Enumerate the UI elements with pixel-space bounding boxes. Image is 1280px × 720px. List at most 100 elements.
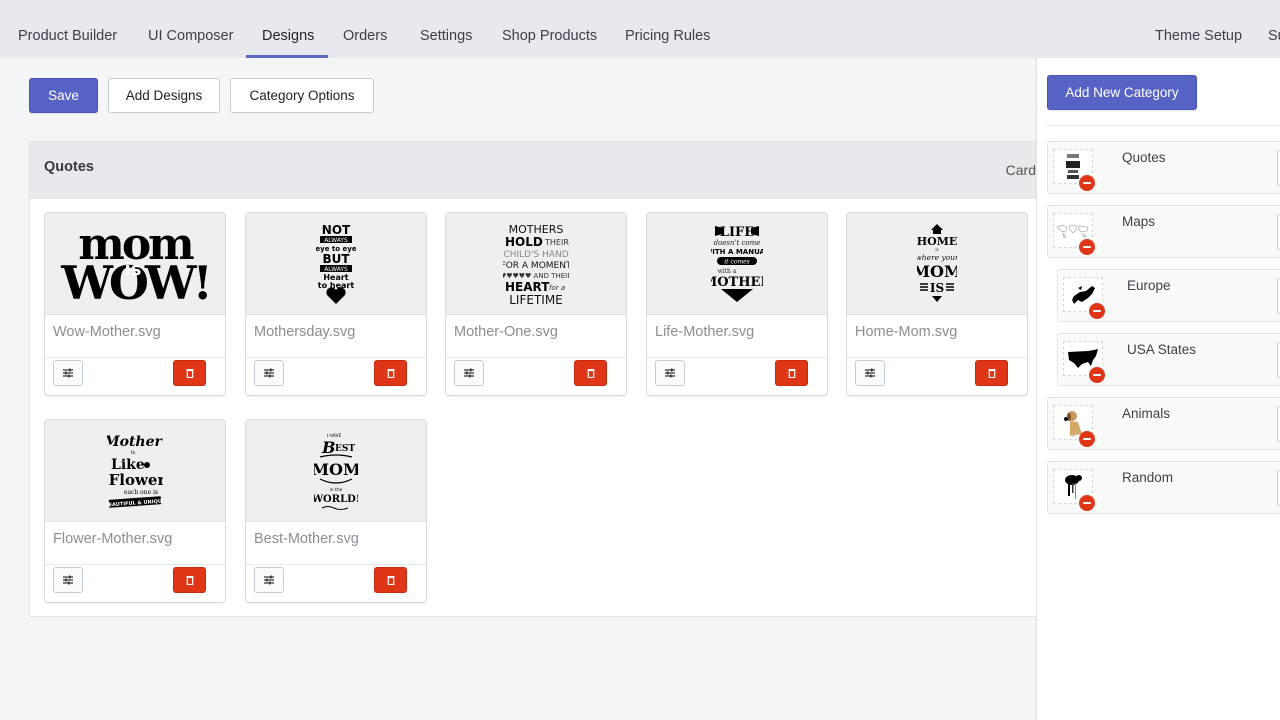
category-label: Random (1122, 470, 1174, 485)
delete-design-button[interactable] (173, 360, 206, 386)
design-card[interactable]: HOME is where your MOM IS Home-Mom.svg (846, 212, 1028, 396)
view-mode-label[interactable]: Card (1006, 162, 1036, 178)
tab-settings[interactable]: Settings (420, 28, 472, 44)
delete-design-button[interactable] (975, 360, 1008, 386)
trash-icon (186, 576, 193, 585)
wow-mother-art: mom WOW! is (60, 223, 213, 305)
svg-text:CHILD'S HAND: CHILD'S HAND (503, 250, 568, 260)
category-item-random[interactable]: Random (1047, 461, 1280, 514)
edit-design-button[interactable] (655, 360, 685, 386)
sliders-icon (63, 368, 73, 378)
tab-shop-products[interactable]: Shop Products (502, 28, 597, 44)
category-item-usa-states[interactable]: USA States (1057, 333, 1280, 386)
delete-design-button[interactable] (374, 360, 407, 386)
category-label: USA States (1127, 342, 1197, 357)
remove-category-icon[interactable] (1089, 303, 1105, 319)
panel-title: Quotes (44, 159, 94, 175)
svg-text:with a: with a (718, 268, 737, 275)
svg-text:MOM: MOM (314, 460, 358, 479)
quote-art-thumbnail (1066, 153, 1080, 179)
card-divider (847, 357, 1027, 358)
best-mother-art: I HAVE B EST MOM in the WORLD! (314, 433, 358, 510)
save-button[interactable]: Save (29, 78, 98, 113)
tab-ui-composer[interactable]: UI Composer (148, 28, 233, 44)
card-divider (647, 357, 827, 358)
svg-text:THEIR: THEIR (544, 238, 569, 247)
svg-text:WITH A MANUAL: WITH A MANUAL (711, 248, 763, 256)
design-card[interactable]: NOT ALWAYS eye to eye BUT ALWAYS Heart t… (245, 212, 427, 396)
panel-header: Quotes Card (30, 142, 1036, 199)
svg-text:is: is (935, 247, 938, 252)
category-options-button[interactable]: Category Options (230, 78, 374, 113)
svg-text:ALWAYS: ALWAYS (324, 266, 348, 273)
mother-one-art: MOTHERS HOLD THEIR CHILD'S HAND FOR A MO… (503, 223, 569, 306)
svg-text:is: is (125, 259, 142, 280)
design-filename: Best-Mother.svg (254, 531, 359, 547)
svg-text:BUT: BUT (322, 252, 350, 266)
trash-icon (387, 576, 394, 585)
top-navigation: Product Builder UI Composer Designs Orde… (0, 0, 1280, 58)
svg-text:Flower: Flower (109, 471, 163, 489)
delete-design-button[interactable] (173, 567, 206, 593)
edit-design-button[interactable] (454, 360, 484, 386)
tab-product-builder[interactable]: Product Builder (18, 28, 117, 44)
remove-category-icon[interactable] (1079, 431, 1095, 447)
delete-design-button[interactable] (775, 360, 808, 386)
trash-icon (788, 369, 795, 378)
card-divider (45, 564, 225, 565)
tab-support-truncated[interactable]: Su (1268, 28, 1280, 44)
design-card[interactable]: mom WOW! is Wow-Mother.svg (44, 212, 226, 396)
mothersday-art: NOT ALWAYS eye to eye BUT ALWAYS Heart t… (316, 223, 356, 304)
sliders-icon (264, 575, 274, 585)
tab-theme-setup[interactable]: Theme Setup (1155, 28, 1242, 44)
card-divider (45, 357, 225, 358)
tab-designs[interactable]: Designs (262, 28, 314, 44)
design-card[interactable]: MOTHERS HOLD THEIR CHILD'S HAND FOR A MO… (445, 212, 627, 396)
add-designs-button[interactable]: Add Designs (108, 78, 220, 113)
edit-design-button[interactable] (254, 360, 284, 386)
design-card[interactable]: I HAVE B EST MOM in the WORLD! Best-Moth… (245, 419, 427, 603)
tab-orders[interactable]: Orders (343, 28, 387, 44)
design-card[interactable]: Mother is Like Flower each one is BEAUTI… (44, 419, 226, 603)
design-filename: Wow-Mother.svg (53, 324, 161, 340)
svg-text:♥♥♥♥♥ AND THEIR: ♥♥♥♥♥ AND THEIR (503, 272, 569, 280)
remove-category-icon[interactable] (1089, 367, 1105, 383)
edit-design-button[interactable] (53, 567, 83, 593)
design-filename: Mothersday.svg (254, 324, 356, 340)
design-thumbnail: LIFE doesn't come WITH A MANUAL it comes… (647, 213, 827, 315)
design-thumbnail: I HAVE B EST MOM in the WORLD! (246, 420, 426, 522)
category-sidebar: Add New Category Quotes Maps Europe USA … (1036, 58, 1280, 720)
category-item-maps[interactable]: Maps (1047, 205, 1280, 258)
add-new-category-button[interactable]: Add New Category (1047, 75, 1197, 110)
category-label: Quotes (1122, 150, 1166, 165)
delete-design-button[interactable] (574, 360, 607, 386)
life-mother-art: LIFE doesn't come WITH A MANUAL it comes… (711, 225, 763, 302)
design-thumbnail: NOT ALWAYS eye to eye BUT ALWAYS Heart t… (246, 213, 426, 315)
remove-category-icon[interactable] (1079, 495, 1095, 511)
design-filename: Flower-Mother.svg (53, 531, 173, 547)
category-item-quotes[interactable]: Quotes (1047, 141, 1280, 194)
edit-design-button[interactable] (254, 567, 284, 593)
category-item-animals[interactable]: Animals (1047, 397, 1280, 450)
remove-category-icon[interactable] (1079, 239, 1095, 255)
category-label: Maps (1122, 214, 1156, 229)
edit-design-button[interactable] (53, 360, 83, 386)
tab-pricing-rules[interactable]: Pricing Rules (625, 28, 710, 44)
delete-design-button[interactable] (374, 567, 407, 593)
sliders-icon (865, 368, 875, 378)
trash-icon (587, 369, 594, 378)
svg-text:IS: IS (930, 281, 944, 295)
sliders-icon (464, 368, 474, 378)
world-map-thumbnail (1056, 224, 1089, 239)
svg-text:B: B (321, 438, 336, 457)
svg-text:ALWAYS: ALWAYS (324, 237, 348, 244)
remove-category-icon[interactable] (1079, 175, 1095, 191)
design-card[interactable]: LIFE doesn't come WITH A MANUAL it comes… (646, 212, 828, 396)
edit-design-button[interactable] (855, 360, 885, 386)
svg-text:LIFE: LIFE (720, 225, 754, 240)
design-filename: Mother-One.svg (454, 324, 558, 340)
svg-text:in the: in the (330, 487, 343, 493)
design-thumbnail: mom WOW! is (45, 213, 225, 315)
design-thumbnail: Mother is Like Flower each one is BEAUTI… (45, 420, 225, 522)
category-item-europe[interactable]: Europe (1057, 269, 1280, 322)
